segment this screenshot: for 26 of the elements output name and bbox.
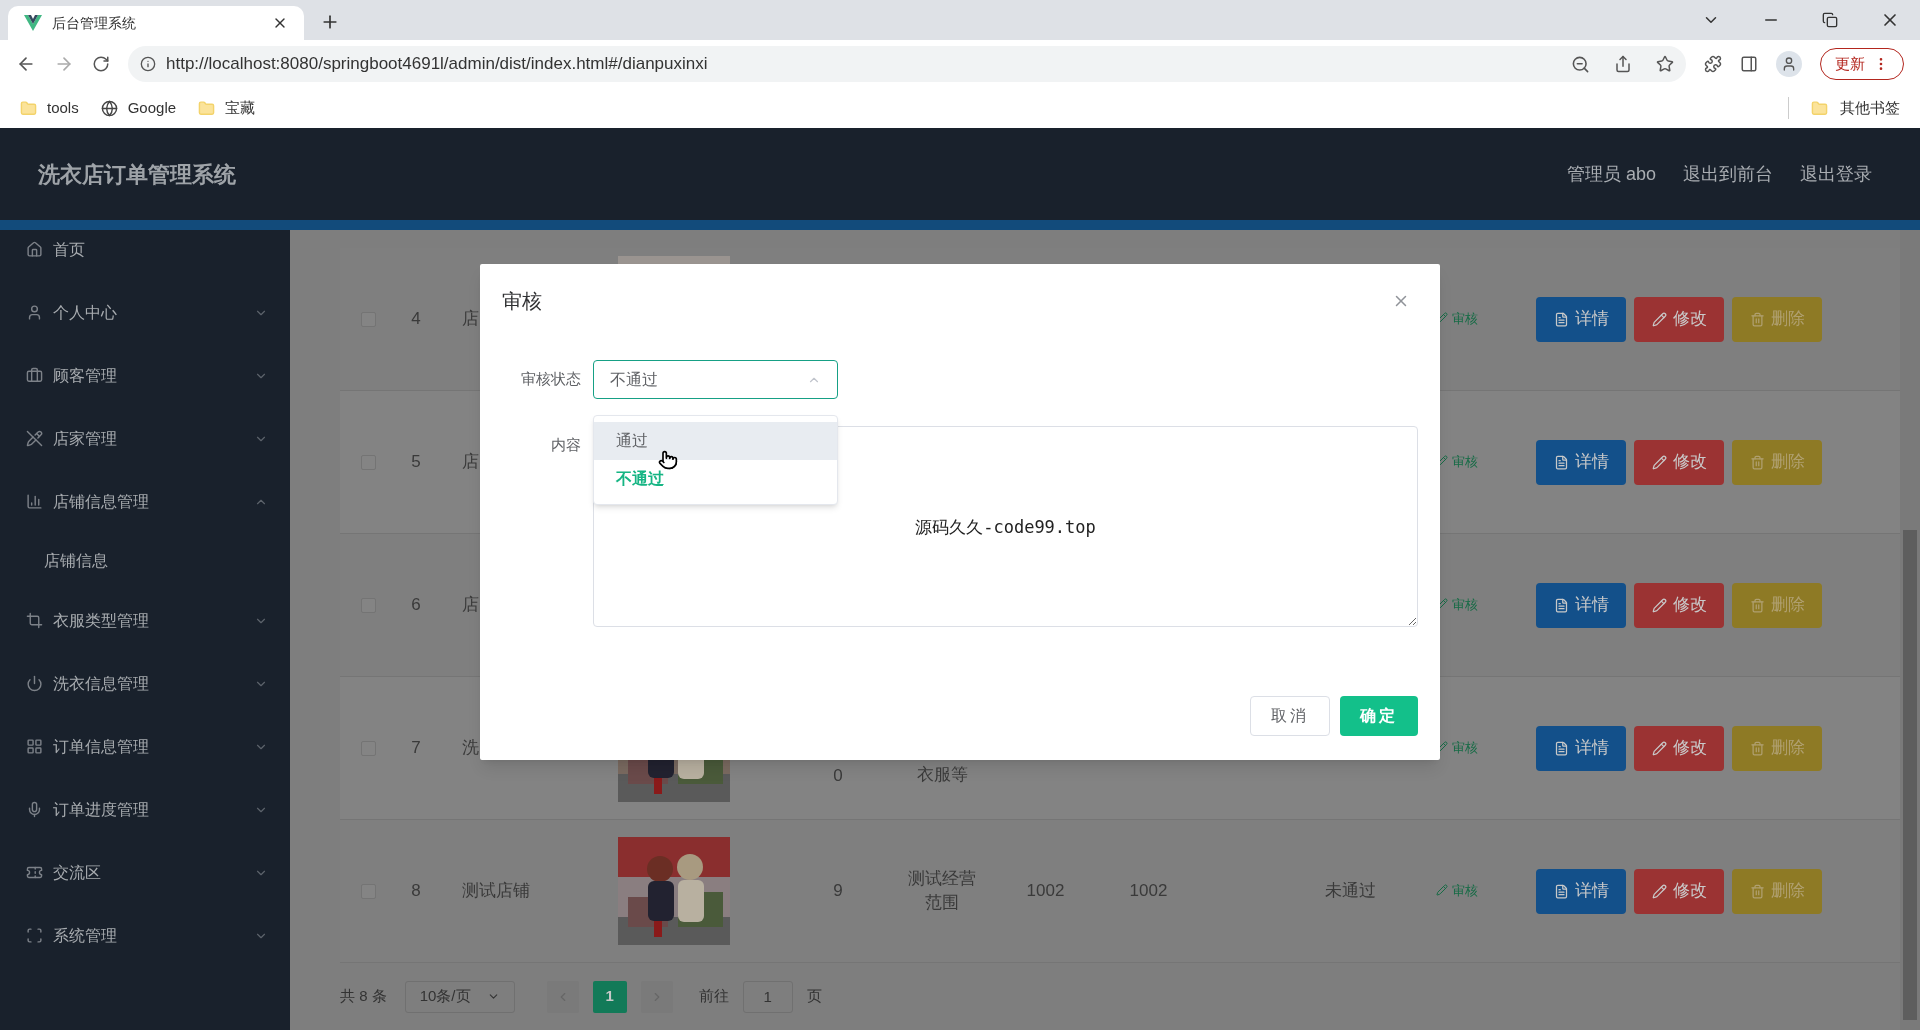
table-cell-text: 未通过 xyxy=(1324,880,1376,903)
table-cell-text: 4 xyxy=(410,308,422,331)
table-cell-text: 1002 xyxy=(1129,880,1168,903)
dialog-title: 审核 xyxy=(502,289,542,314)
total-count: 共 8 条 xyxy=(340,986,387,1007)
field-label: 内容 xyxy=(550,435,582,455)
table-cell-text: 9 xyxy=(833,880,843,903)
table-cell-text: 衣服等 xyxy=(915,764,969,786)
table-cell: 洗 xyxy=(462,738,479,758)
table-cell-text: 0 xyxy=(833,765,843,787)
table-cell-text: 1002 xyxy=(1026,880,1065,903)
page-suffix: 页 xyxy=(806,986,822,1007)
table-cell: 店 xyxy=(462,595,479,615)
table-cell-text: 5 xyxy=(410,451,422,474)
table-cell-text: 6 xyxy=(410,594,422,617)
goto-label: 前往 xyxy=(698,986,729,1007)
table-cell-text: 测试经营范围 xyxy=(907,868,977,914)
table-cell-text: 7 xyxy=(410,737,422,760)
table-cell: 店 xyxy=(462,309,479,329)
table-cell: 店 xyxy=(462,452,479,472)
table-cell-text: 8 xyxy=(410,880,422,903)
field-label: 审核状态 xyxy=(520,369,582,390)
app-title: 洗衣店订单管理系统 xyxy=(38,160,237,189)
table-cell: 测试店铺 xyxy=(462,881,530,901)
tab-title: 后台管理系统 xyxy=(52,13,137,33)
url-text: http://localhost:8080/springboot4691l/admin/dist/index.html#/dianpuxinxi xyxy=(166,53,708,76)
